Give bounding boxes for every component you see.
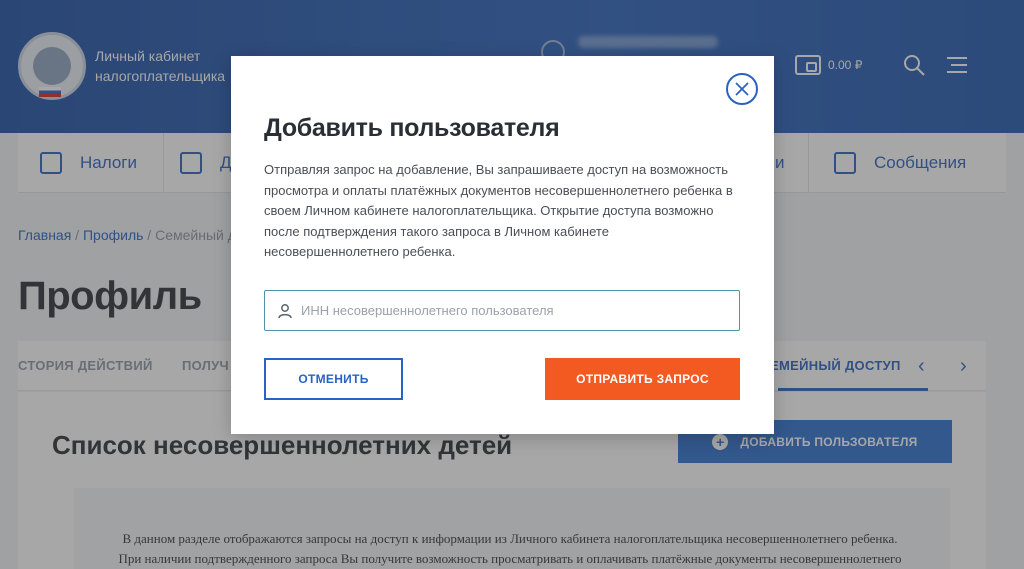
- person-icon: [278, 304, 292, 319]
- close-icon: [735, 82, 749, 96]
- inn-field[interactable]: [264, 290, 740, 331]
- cancel-button[interactable]: ОТМЕНИТЬ: [264, 358, 403, 400]
- inn-input[interactable]: [301, 291, 731, 330]
- dialog-title: Добавить пользователя: [264, 114, 560, 142]
- send-request-button[interactable]: ОТПРАВИТЬ ЗАПРОС: [545, 358, 740, 400]
- close-button[interactable]: [726, 73, 758, 105]
- add-user-dialog: Добавить пользователя Отправляя запрос н…: [231, 56, 774, 434]
- dialog-description: Отправляя запрос на добавление, Вы запра…: [264, 162, 733, 259]
